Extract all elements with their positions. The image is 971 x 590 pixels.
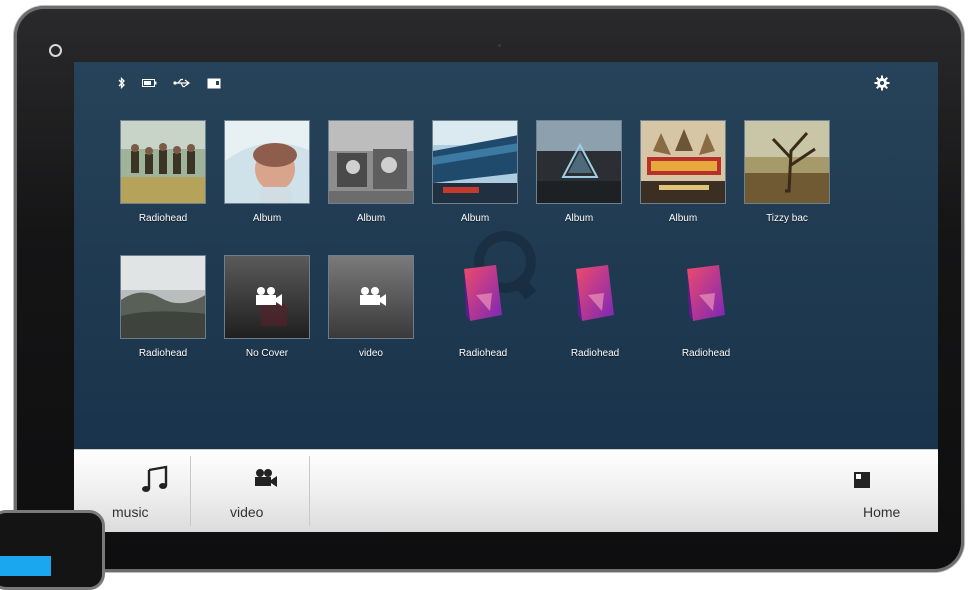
tile-label: No Cover [245,348,289,359]
media-tile[interactable]: Radiohead [656,255,756,359]
tile-label: Album [668,213,698,224]
media-tile[interactable]: Radiohead [545,255,645,359]
media-tile[interactable]: Radiohead [113,120,213,224]
album-cover[interactable] [120,255,206,339]
status-bar [118,76,221,90]
battery-icon [142,79,157,87]
album-cover[interactable] [328,120,414,204]
usb-icon [173,78,190,88]
document-icon[interactable] [552,255,638,339]
dock-divider [309,456,310,526]
media-tile[interactable]: Album [217,120,317,224]
tile-label: Radiohead [458,348,508,359]
tile-label: Radiohead [570,348,620,359]
tile-label: Radiohead [681,348,731,359]
album-cover[interactable] [432,120,518,204]
media-tile[interactable]: video [321,255,421,359]
video-camera-icon [255,469,277,487]
album-cover[interactable] [224,120,310,204]
tile-label: Album [460,213,490,224]
tile-label: Radiohead [138,348,188,359]
album-cover[interactable] [744,120,830,204]
tab-home-label: Home [863,504,901,520]
video-thumbnail[interactable] [224,255,310,339]
album-cover[interactable] [536,120,622,204]
tile-label: video [359,348,383,359]
overlapping-window-accent [0,556,51,576]
overlapping-window-frame [0,510,105,590]
tile-label: Album [356,213,386,224]
tile-label: Album [252,213,282,224]
media-screen: Radiohead Album Album Album Album Album … [74,62,938,532]
document-icon[interactable] [663,255,749,339]
media-tile[interactable]: Album [633,120,733,224]
home-grid-icon [854,472,870,488]
gear-icon[interactable] [874,75,890,91]
document-icon[interactable] [440,255,526,339]
media-tile[interactable]: No Cover [217,255,317,359]
tablet-device: Radiohead Album Album Album Album Album … [14,6,964,572]
tile-label: Album [564,213,594,224]
tile-label: Radiohead [138,213,188,224]
video-thumbnail[interactable] [328,255,414,339]
front-camera [498,44,501,47]
bottom-dock: music video Home [74,449,938,532]
media-tile[interactable]: Album [529,120,629,224]
media-tile[interactable]: Album [425,120,525,224]
album-cover[interactable] [120,120,206,204]
album-cover[interactable] [640,120,726,204]
media-tile[interactable]: Radiohead [113,255,213,359]
media-tile[interactable]: Tizzy bac [737,120,837,224]
tab-music-label: music [112,504,149,520]
tab-video[interactable]: video [191,450,309,532]
tab-home[interactable]: Home [834,450,938,532]
tile-label: Tizzy bac [766,213,808,224]
music-note-icon [142,465,168,492]
media-tile[interactable]: Radiohead [433,255,533,359]
home-hardware-button[interactable] [49,44,62,57]
bluetooth-icon [118,77,125,89]
media-tile[interactable]: Album [321,120,421,224]
tab-video-label: video [230,504,264,520]
sd-card-icon [207,78,221,88]
